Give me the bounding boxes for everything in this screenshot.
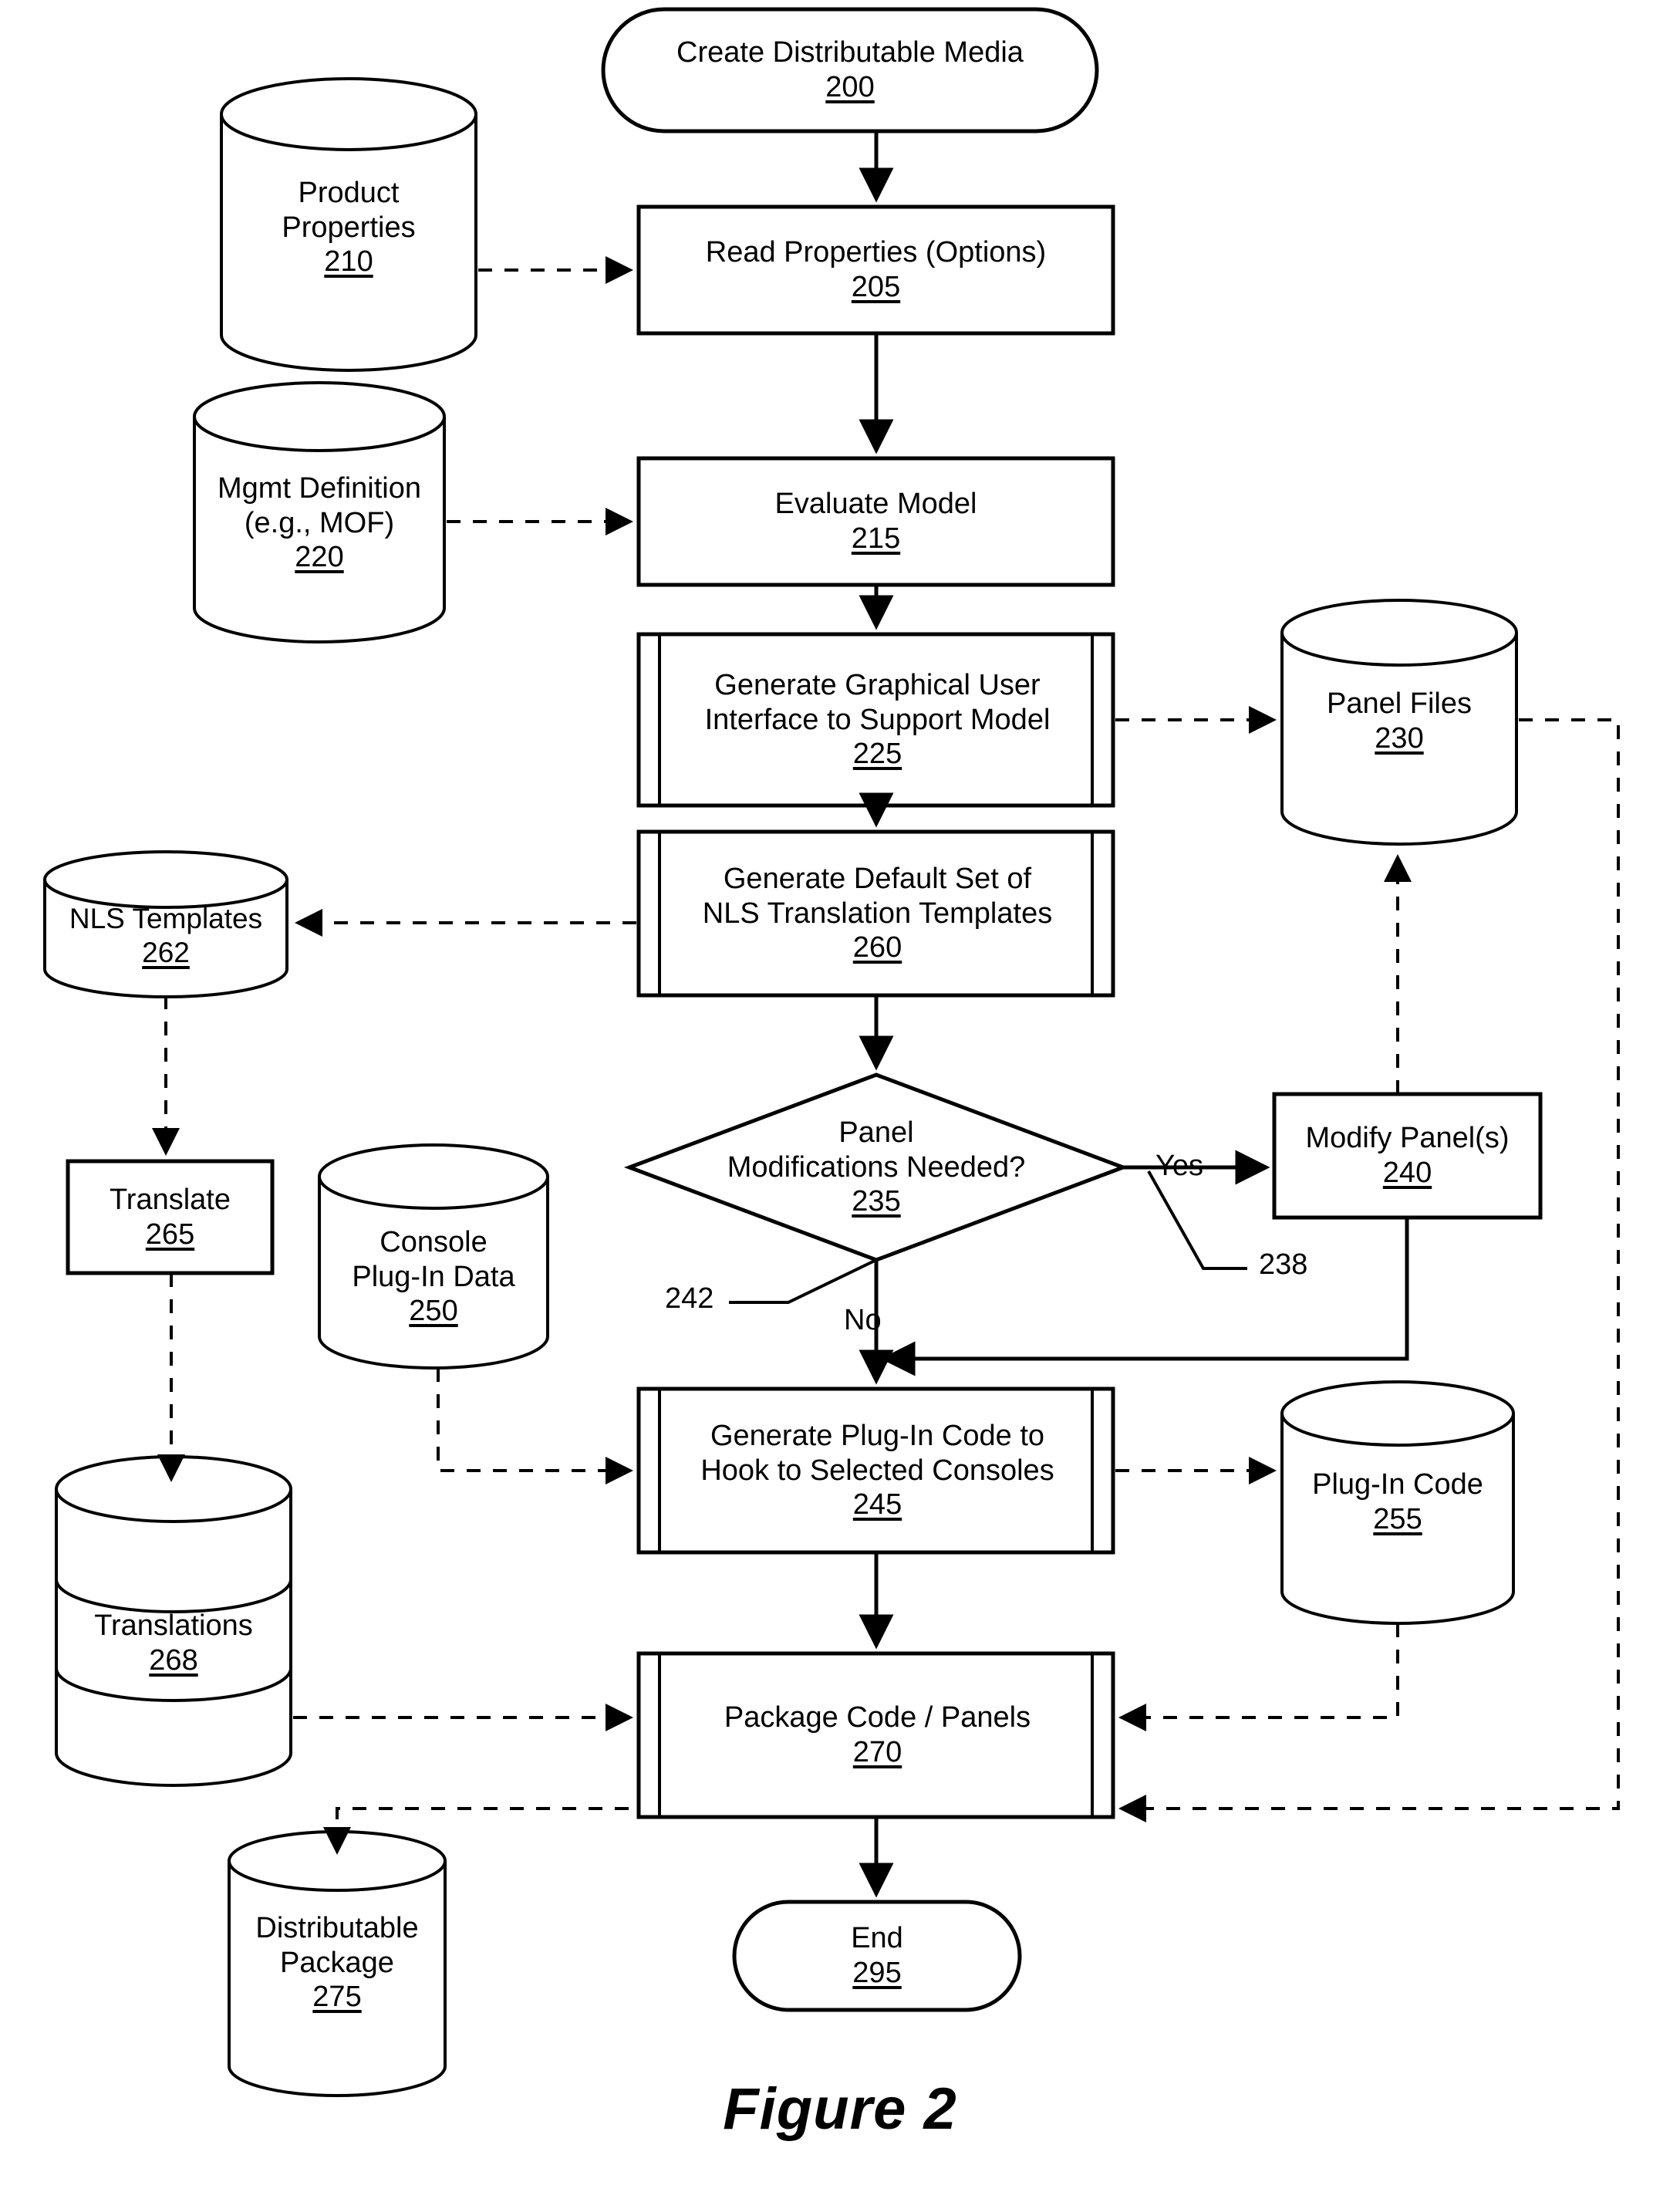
diagram-vector-layer bbox=[43, 7, 1620, 2097]
node-distributable-package-shape bbox=[228, 1830, 447, 2097]
node-panel-files-shape bbox=[1280, 599, 1518, 846]
node-evaluate-model-shape bbox=[636, 456, 1115, 587]
connector-panel-files-to-package bbox=[1118, 718, 1620, 1822]
node-generate-gui-shape bbox=[636, 632, 1115, 808]
node-start-shape bbox=[601, 7, 1099, 133]
patent-figure: Create Distributable Media 200 Product P… bbox=[0, 0, 1680, 2192]
connector-modify-panels-return bbox=[880, 1218, 1409, 1376]
figure-caption: Figure 2 bbox=[723, 2076, 957, 2142]
callout-238: 238 bbox=[1259, 1248, 1308, 1281]
edge-label-no: No bbox=[844, 1304, 882, 1336]
node-product-properties-shape bbox=[220, 77, 477, 372]
node-read-properties-shape bbox=[636, 204, 1115, 336]
node-nls-templates-shape bbox=[43, 850, 288, 998]
node-end-shape bbox=[732, 1900, 1022, 2012]
node-panel-decision-shape bbox=[623, 1072, 1129, 1262]
callout-leader-238 bbox=[1147, 1170, 1247, 1270]
node-plugin-code-shape bbox=[1280, 1380, 1515, 1625]
callout-leader-242 bbox=[729, 1258, 877, 1304]
node-mgmt-definition-shape bbox=[193, 381, 446, 643]
node-package-shape bbox=[636, 1651, 1115, 1819]
connector-plugin-code-to-package bbox=[1118, 1623, 1399, 1731]
node-translations-shape bbox=[55, 1455, 292, 1787]
node-modify-panels-shape bbox=[1272, 1092, 1543, 1220]
node-translate-shape bbox=[66, 1159, 275, 1275]
connector-console-plugin-data-to-generate-plugin bbox=[437, 1368, 633, 1484]
edge-label-yes: Yes bbox=[1155, 1150, 1203, 1182]
node-console-plugin-data-shape bbox=[318, 1143, 549, 1370]
node-generate-nls-shape bbox=[636, 829, 1115, 998]
node-generate-plugin-code-shape bbox=[636, 1386, 1115, 1555]
callout-242: 242 bbox=[665, 1282, 714, 1315]
